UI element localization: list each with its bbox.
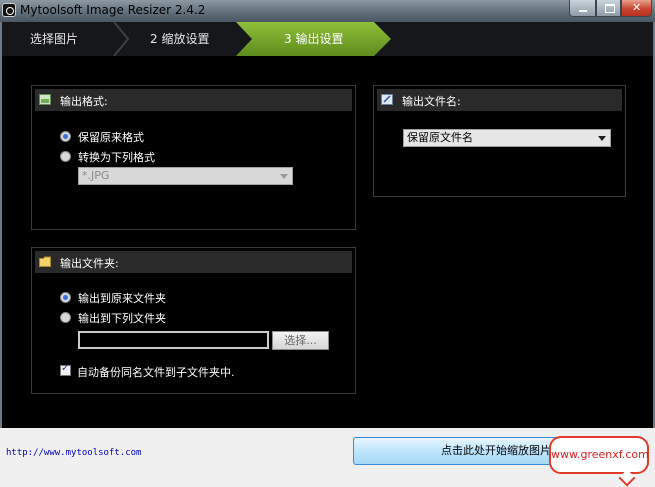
output-folder-panel: 输出文件夹: 输出到原来文件夹 输出到下列文件夹 选择... 自动备份同名文件到… [31, 247, 356, 394]
chevron-down-icon [280, 174, 288, 179]
convert-format-radio[interactable] [60, 151, 71, 162]
step-output-settings[interactable]: 3 输出设置 [254, 22, 374, 56]
output-filename-panel: 输出文件名: 保留原文件名 [373, 85, 626, 197]
keep-format-label[interactable]: 保留原来格式 [78, 129, 144, 145]
minimize-button[interactable] [569, 0, 596, 17]
window-title: Mytoolsoft Image Resizer 2.4.2 [20, 3, 206, 17]
step-resize-settings[interactable]: 2 缩放设置 [120, 22, 235, 56]
title-bar[interactable]: Mytoolsoft Image Resizer 2.4.2 [0, 0, 655, 22]
format-select[interactable]: *.JPG [78, 167, 293, 185]
panel-header: 输出文件夹: [35, 251, 352, 273]
convert-format-label[interactable]: 转换为下列格式 [78, 149, 155, 165]
browse-button[interactable]: 选择... [272, 331, 329, 350]
original-folder-label[interactable]: 输出到原来文件夹 [78, 290, 166, 306]
close-button[interactable] [621, 0, 652, 17]
original-folder-radio[interactable] [60, 292, 71, 303]
keep-format-radio[interactable] [60, 131, 71, 142]
edit-filename-icon [381, 94, 393, 105]
filename-select[interactable]: 保留原文件名 [403, 129, 611, 147]
output-format-title: 输出格式: [60, 95, 108, 108]
wizard-steps: 选择图片 2 缩放设置 3 输出设置 [0, 22, 655, 56]
image-format-icon [39, 94, 51, 105]
chevron-down-icon [598, 136, 606, 141]
backup-label[interactable]: 自动备份同名文件到子文件夹中. [77, 364, 235, 380]
step-select-images[interactable]: 选择图片 [0, 22, 120, 56]
panel-header: 输出格式: [35, 89, 352, 111]
window-border-left [0, 22, 2, 428]
folder-path-input[interactable] [78, 331, 269, 349]
custom-folder-radio[interactable] [60, 312, 71, 323]
maximize-button[interactable] [596, 0, 621, 17]
app-logo-icon [2, 3, 16, 17]
panel-header: 输出文件名: [377, 89, 622, 111]
filename-select-value: 保留原文件名 [407, 131, 473, 144]
output-format-panel: 输出格式: 保留原来格式 转换为下列格式 *.JPG [31, 85, 356, 230]
output-folder-title: 输出文件夹: [60, 257, 119, 270]
format-select-value: *.JPG [82, 169, 110, 182]
output-filename-title: 输出文件名: [402, 95, 461, 108]
folder-icon [39, 256, 51, 267]
watermark-badge: www.greenxf.com [549, 436, 649, 474]
custom-folder-label[interactable]: 输出到下列文件夹 [78, 310, 166, 326]
app-window: Mytoolsoft Image Resizer 2.4.2 选择图片 2 缩放… [0, 0, 655, 487]
website-link[interactable]: http://www.mytoolsoft.com [6, 448, 141, 458]
backup-checkbox[interactable] [60, 363, 71, 376]
